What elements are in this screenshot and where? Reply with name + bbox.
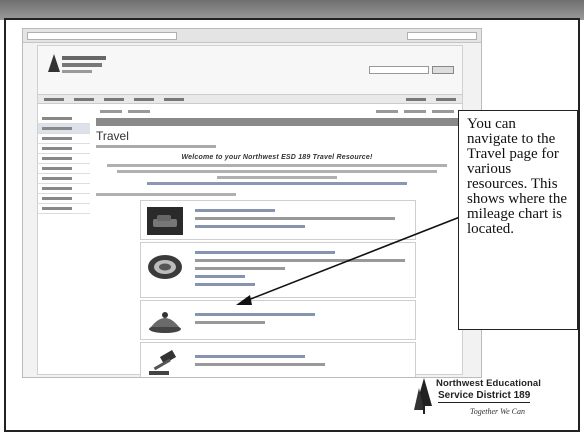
- sidebar-item[interactable]: [38, 164, 90, 174]
- page-title: Travel: [96, 129, 129, 143]
- nav-item[interactable]: [164, 97, 184, 101]
- top-banner: [0, 0, 584, 20]
- sidebar-item-travel[interactable]: [38, 124, 90, 134]
- sidebar-item[interactable]: [38, 114, 90, 124]
- website: Travel Welcome to your Northwest ESD 189…: [37, 45, 463, 377]
- toolbar-link[interactable]: [376, 109, 398, 113]
- nav-item[interactable]: [134, 97, 154, 101]
- resource-list: [140, 200, 416, 377]
- site-nav: [38, 94, 462, 104]
- resource-item[interactable]: [140, 342, 416, 377]
- dish-image: [149, 312, 181, 333]
- address-bar[interactable]: [27, 31, 177, 40]
- resource-item[interactable]: [140, 242, 416, 298]
- esd-logo: Northwest Educational Service District 1…: [414, 374, 574, 422]
- intro-link[interactable]: [147, 182, 407, 185]
- seal-image: [148, 255, 182, 279]
- site-search-input[interactable]: [369, 66, 429, 74]
- sidebar-item[interactable]: [38, 204, 90, 214]
- intro-text: [107, 164, 447, 167]
- brand-line-2: Service District 189: [438, 390, 531, 403]
- nav-item[interactable]: [436, 97, 456, 101]
- sidebar-item[interactable]: [38, 134, 90, 144]
- site-search-button[interactable]: [432, 66, 454, 74]
- nav-item[interactable]: [104, 97, 124, 101]
- gavel-image: [149, 350, 177, 375]
- tree-icon: [414, 378, 432, 414]
- toolbar-link[interactable]: [404, 109, 426, 113]
- resource-item[interactable]: [140, 300, 416, 340]
- list-intro: [96, 193, 236, 196]
- page-subtitle: [96, 145, 216, 148]
- section-tab-bar[interactable]: [96, 118, 458, 126]
- nav-item[interactable]: [44, 97, 64, 101]
- toolbar-link[interactable]: [128, 109, 150, 113]
- car-image: [147, 207, 183, 235]
- toolbar-link[interactable]: [100, 109, 122, 113]
- brand-line-1: Northwest Educational: [436, 378, 542, 389]
- sidebar-item[interactable]: [38, 174, 90, 184]
- sidebar-item[interactable]: [38, 194, 90, 204]
- sidebar-item[interactable]: [38, 154, 90, 164]
- browser-search-box[interactable]: [407, 31, 477, 40]
- nav-item[interactable]: [74, 97, 94, 101]
- welcome-heading: Welcome to your Northwest ESD 189 Travel…: [181, 154, 373, 161]
- nav-item[interactable]: [406, 97, 426, 101]
- browser-screenshot: Travel Welcome to your Northwest ESD 189…: [22, 28, 482, 378]
- sidebar-item[interactable]: [38, 184, 90, 194]
- site-search: [369, 66, 454, 74]
- site-sidebar: [38, 114, 90, 234]
- main-content: Travel Welcome to your Northwest ESD 189…: [96, 106, 458, 377]
- browser-chrome: [23, 29, 481, 43]
- page-toolbar: [96, 106, 458, 116]
- toolbar-link[interactable]: [432, 109, 454, 113]
- intro-text: [117, 170, 437, 173]
- resource-item[interactable]: [140, 200, 416, 240]
- sidebar-item[interactable]: [38, 144, 90, 154]
- site-logo[interactable]: [48, 52, 108, 80]
- brand-tagline: Together We Can: [470, 407, 525, 416]
- callout-box: You can navigate to the Travel page for …: [458, 110, 578, 330]
- intro-text: [217, 176, 337, 179]
- site-header: [38, 46, 462, 94]
